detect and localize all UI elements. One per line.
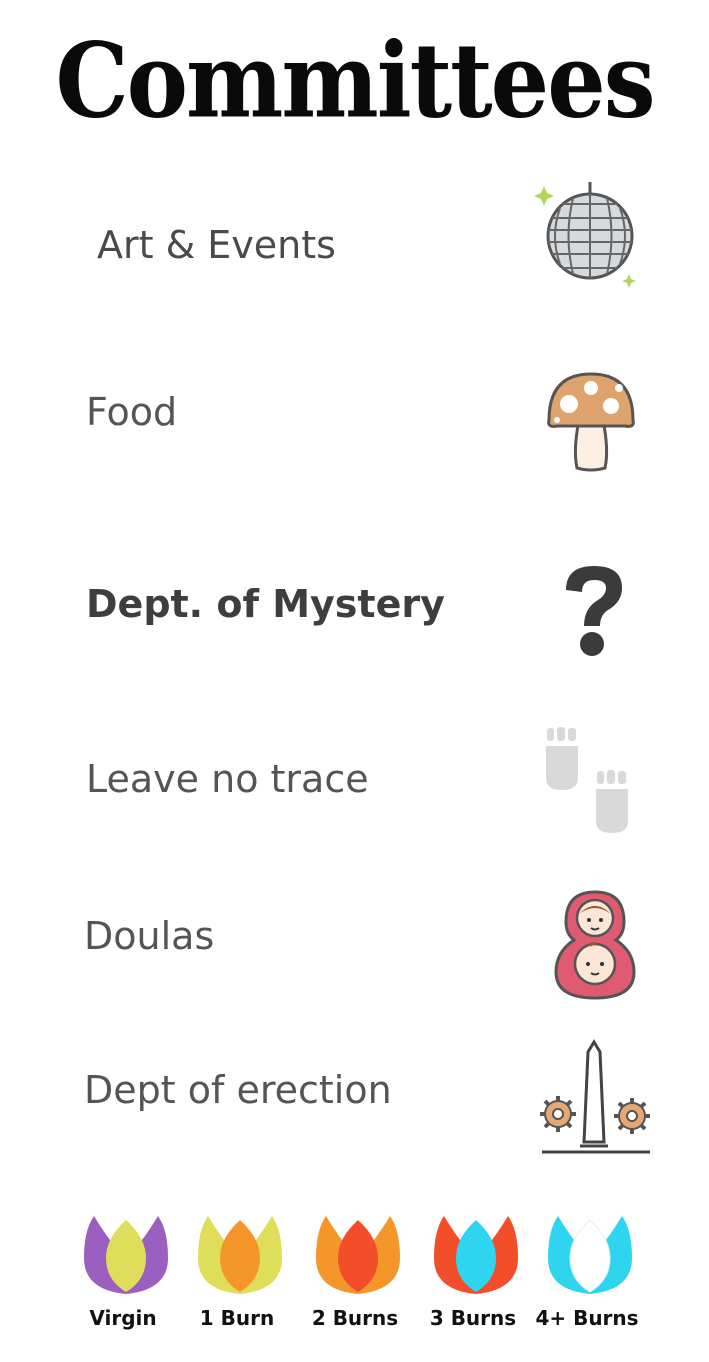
committee-label-leave-no-trace: Leave no trace (86, 757, 369, 801)
disco-ball-icon (528, 180, 640, 294)
flame-icon (198, 1216, 282, 1294)
page-title: Committees (55, 20, 655, 141)
flame-icon (434, 1216, 518, 1294)
flame-icon (548, 1216, 632, 1294)
legend-item-virgin: Virgin (68, 1210, 178, 1350)
committee-label-erection: Dept of erection (84, 1068, 392, 1112)
committee-label-art-events: Art & Events (97, 223, 336, 267)
legend-label: 2 Burns (311, 1306, 399, 1330)
nesting-doll-icon (552, 888, 638, 1006)
mushroom-icon (543, 370, 639, 478)
legend-item-1-burn: 1 Burn (182, 1210, 292, 1350)
question-mark-icon (560, 562, 628, 666)
committee-label-mystery: Dept. of Mystery (86, 582, 445, 626)
legend-item-4-plus-burns: 4+ Burns (532, 1210, 642, 1350)
flame-icon (316, 1216, 400, 1294)
legend-label: 4+ Burns (535, 1306, 639, 1330)
legend-label: Virgin (89, 1306, 157, 1330)
obelisk-icon (538, 1038, 654, 1160)
flame-icon (84, 1216, 168, 1294)
committee-label-doulas: Doulas (84, 914, 215, 958)
legend-item-2-burns: 2 Burns (300, 1210, 410, 1350)
footprints-icon (542, 726, 638, 842)
legend-item-3-burns: 3 Burns (418, 1210, 528, 1350)
committee-label-food: Food (86, 390, 178, 434)
legend-label: 3 Burns (429, 1306, 517, 1330)
legend-label: 1 Burn (199, 1306, 275, 1330)
